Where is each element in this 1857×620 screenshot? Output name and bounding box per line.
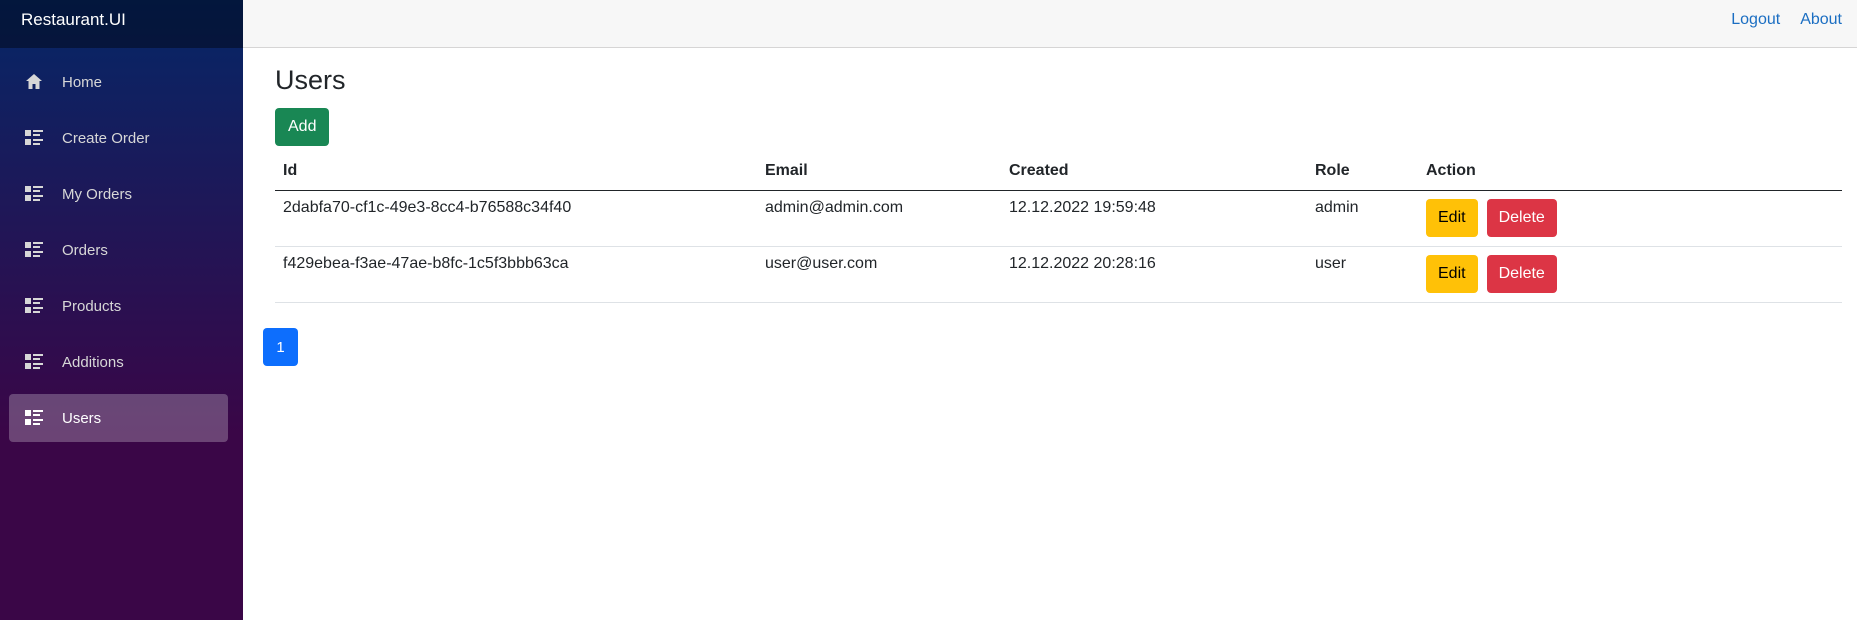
sidebar-item-products[interactable]: Products xyxy=(9,282,228,330)
sidebar-item-label: Products xyxy=(62,297,122,315)
column-header-id: Id xyxy=(275,153,757,191)
list-rich-icon xyxy=(24,128,44,148)
brand-logo[interactable]: Restaurant.UI xyxy=(21,10,126,30)
page-title: Users xyxy=(275,65,346,95)
cell-created: 12.12.2022 19:59:48 xyxy=(1001,190,1307,247)
column-header-action: Action xyxy=(1418,153,1842,191)
column-header-role: Role xyxy=(1307,153,1418,191)
edit-button[interactable]: Edit xyxy=(1426,254,1478,293)
sidebar-item-label: My Orders xyxy=(62,185,133,203)
delete-button[interactable]: Delete xyxy=(1486,198,1557,237)
column-header-email: Email xyxy=(757,153,1001,191)
sidebar-item-label: Orders xyxy=(62,241,108,259)
sidebar-item-orders[interactable]: Orders xyxy=(9,226,228,274)
sidebar-item-label: Additions xyxy=(62,353,124,371)
users-table: Id Email Created Role Action 2dabfa70-cf… xyxy=(275,153,1842,303)
sidebar-item-additions[interactable]: Additions xyxy=(9,338,228,386)
table-header-row: Id Email Created Role Action xyxy=(275,153,1842,191)
table-row: f429ebea-f3ae-47ae-b8fc-1c5f3bbb63ca use… xyxy=(275,246,1842,303)
sidebar-nav: Home Create Order My Orders Orders Produ… xyxy=(0,48,243,442)
list-rich-icon xyxy=(24,352,44,372)
list-rich-icon xyxy=(24,240,44,260)
sidebar-item-users[interactable]: Users xyxy=(9,394,228,442)
sidebar-item-home[interactable]: Home xyxy=(9,58,228,106)
list-rich-icon xyxy=(24,408,44,428)
logout-link[interactable]: Logout xyxy=(1731,11,1780,29)
column-header-created: Created xyxy=(1001,153,1307,191)
cell-role: admin xyxy=(1307,190,1418,247)
top-bar: Logout About xyxy=(243,0,1857,48)
delete-button[interactable]: Delete xyxy=(1486,254,1557,293)
sidebar-item-label: Users xyxy=(62,409,102,427)
main-content: Users Add Id Email Created Role Action 2… xyxy=(275,47,1842,303)
sidebar-item-label: Home xyxy=(62,73,103,91)
cell-actions: Edit Delete xyxy=(1418,246,1842,303)
sidebar-item-create-order[interactable]: Create Order xyxy=(9,114,228,162)
cell-id: 2dabfa70-cf1c-49e3-8cc4-b76588c34f40 xyxy=(275,190,757,247)
home-icon xyxy=(24,72,44,92)
pagination: 1 xyxy=(263,328,298,366)
list-rich-icon xyxy=(24,296,44,316)
cell-email: admin@admin.com xyxy=(757,190,1001,247)
list-rich-icon xyxy=(24,184,44,204)
cell-role: user xyxy=(1307,246,1418,303)
cell-email: user@user.com xyxy=(757,246,1001,303)
page-button-1[interactable]: 1 xyxy=(263,328,298,366)
about-link[interactable]: About xyxy=(1800,11,1842,29)
table-row: 2dabfa70-cf1c-49e3-8cc4-b76588c34f40 adm… xyxy=(275,190,1842,247)
cell-actions: Edit Delete xyxy=(1418,190,1842,247)
sidebar-item-my-orders[interactable]: My Orders xyxy=(9,170,228,218)
sidebar-item-label: Create Order xyxy=(62,129,150,147)
sidebar: Restaurant.UI Home Create Order My Order… xyxy=(0,0,243,620)
edit-button[interactable]: Edit xyxy=(1426,198,1478,237)
cell-created: 12.12.2022 20:28:16 xyxy=(1001,246,1307,303)
cell-id: f429ebea-f3ae-47ae-b8fc-1c5f3bbb63ca xyxy=(275,246,757,303)
add-user-button[interactable]: Add xyxy=(275,107,330,146)
sidebar-header: Restaurant.UI xyxy=(0,0,243,48)
